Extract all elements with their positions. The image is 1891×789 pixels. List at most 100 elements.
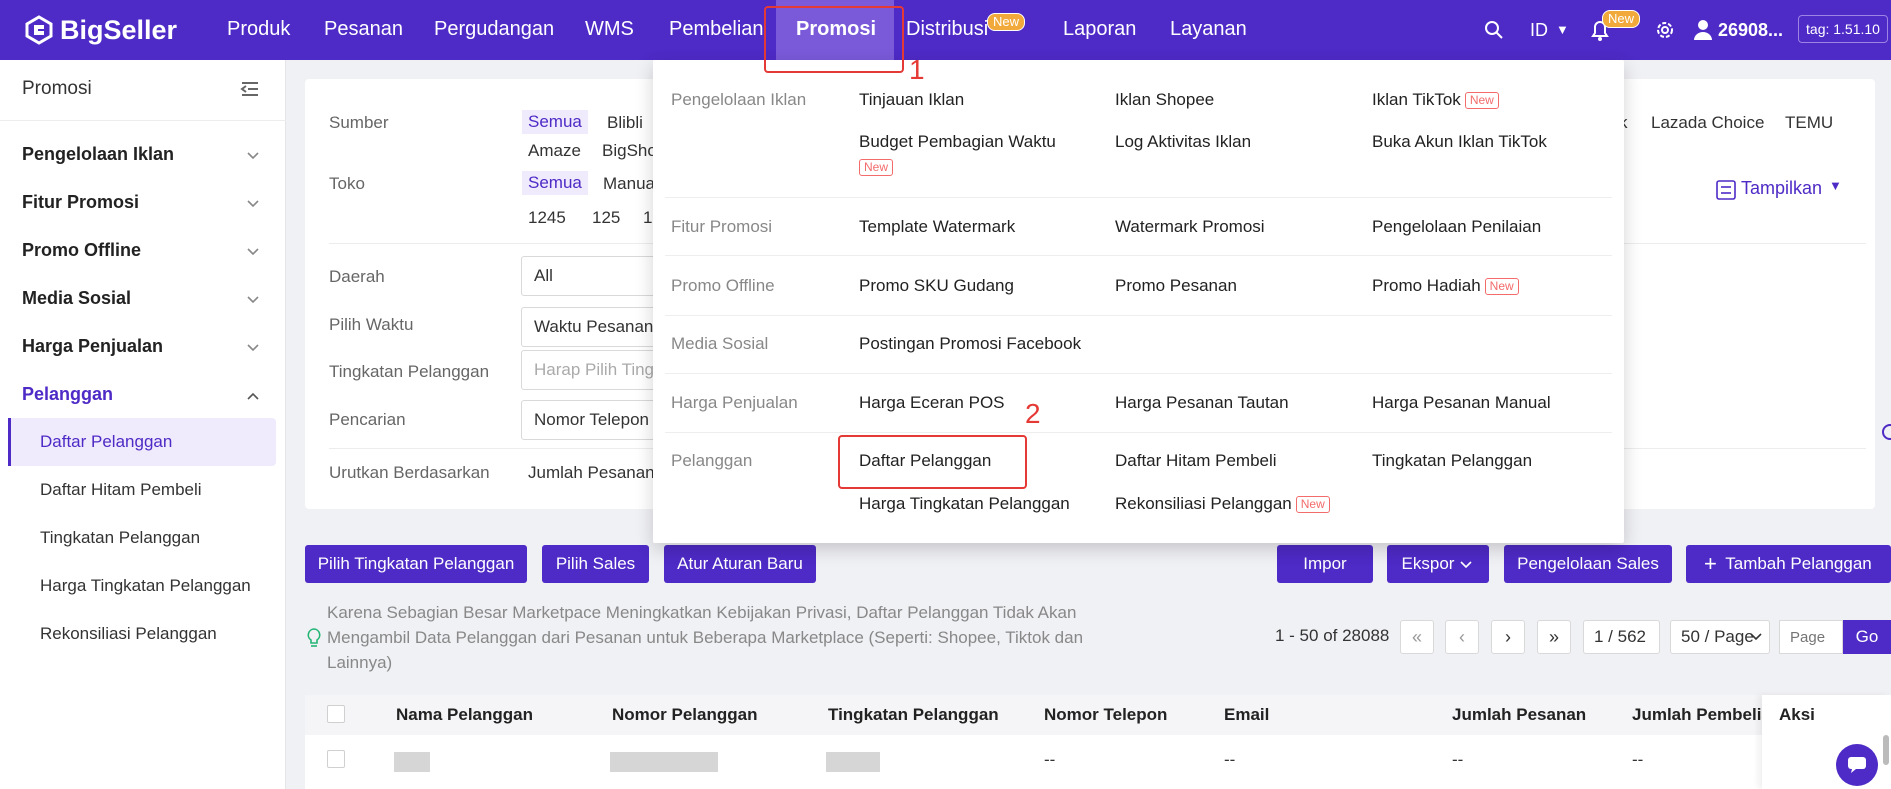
row-checkbox[interactable] [327,750,345,768]
menu-item-iklan-tiktok-label[interactable]: Iklan TikTok [1372,90,1461,109]
menu-separator [665,255,1612,256]
col-jumlah-pembelian[interactable]: Jumlah Pembelia [1632,705,1762,725]
sidebar-item-rekonsiliasi-pelanggan[interactable]: Rekonsiliasi Pelanggan [40,624,217,644]
chevron-down-icon[interactable] [247,342,259,354]
jump-page-input[interactable] [1779,620,1843,654]
user-account-id[interactable]: 26908... [1718,0,1783,60]
col-jumlah-pesanan[interactable]: Jumlah Pesanan [1452,705,1586,725]
chevron-up-icon[interactable] [247,390,259,402]
col-nama-pelanggan[interactable]: Nama Pelanggan [396,705,533,725]
menu-item-daftar-hitam-pembeli[interactable]: Daftar Hitam Pembeli [1115,451,1277,471]
pilih-sales-button[interactable]: Pilih Sales [542,545,649,583]
sumber-blibli[interactable]: Blibli [607,113,643,133]
toko-125[interactable]: 125 [592,208,620,228]
table-row[interactable] [305,735,1891,789]
menu-item-promo-sku-gudang[interactable]: Promo SKU Gudang [859,276,1014,296]
nav-pergudangan[interactable]: Pergudangan [434,0,554,60]
menu-item-postingan-promosi-facebook[interactable]: Postingan Promosi Facebook [859,334,1081,354]
urutkan-jumlah-pesanan[interactable]: Jumlah Pesanan [528,463,655,483]
menu-item-promo-pesanan[interactable]: Promo Pesanan [1115,276,1237,296]
sidebar-group-pengelolaan-iklan[interactable]: Pengelolaan Iklan [22,144,174,165]
tingkatan-pelanggan-select[interactable]: Harap Pilih Ting [521,350,661,390]
menu-item-budget-pembagian-waktu[interactable]: Budget Pembagian Waktu [859,132,1056,152]
pilih-tingkatan-pelanggan-button[interactable]: Pilih Tingkatan Pelanggan [305,545,527,583]
menu-item-rekonsiliasi-pelanggan-label[interactable]: Rekonsiliasi Pelanggan [1115,494,1292,513]
current-page-input[interactable]: 1 / 562 [1583,620,1660,654]
toko-manual[interactable]: Manua [603,174,655,194]
table-scrollbar[interactable] [1883,735,1889,765]
language-selector[interactable]: ID [1530,0,1548,60]
sumber-bigshop[interactable]: BigSho [602,141,657,161]
menu-item-log-aktivitas-iklan[interactable]: Log Aktivitas Iklan [1115,132,1251,152]
sumber-lazada-choice[interactable]: Lazada Choice [1651,113,1764,133]
search-icon[interactable] [1484,20,1504,40]
nav-pesanan[interactable]: Pesanan [324,0,403,60]
waktu-type-select[interactable]: Waktu Pesanan [521,307,661,347]
col-nomor-telepon[interactable]: Nomor Telepon [1044,705,1167,725]
chevron-down-icon[interactable] [247,150,259,162]
chat-button[interactable] [1836,744,1878,786]
chevron-down-icon[interactable] [247,294,259,306]
ekspor-button[interactable]: Ekspor [1387,545,1489,583]
sumber-semua-chip[interactable]: Semua [522,110,588,134]
pencarian-type-select[interactable]: Nomor Telepon [521,400,661,440]
tampilkan-caret-icon[interactable]: ▼ [1829,178,1842,193]
tampilkan-button[interactable]: Tampilkan [1741,178,1822,199]
menu-item-harga-eceran-pos[interactable]: Harga Eceran POS [859,393,1005,413]
sidebar-item-daftar-hitam-pembeli[interactable]: Daftar Hitam Pembeli [40,480,202,500]
daerah-select[interactable]: All [521,256,661,296]
sumber-temu[interactable]: TEMU [1785,113,1833,133]
sidebar-item-tingkatan-pelanggan[interactable]: Tingkatan Pelanggan [40,528,200,548]
sidebar-item-daftar-pelanggan[interactable]: Daftar Pelanggan [40,432,172,452]
menu-item-harga-pesanan-manual[interactable]: Harga Pesanan Manual [1372,393,1551,413]
menu-item-watermark-promosi[interactable]: Watermark Promosi [1115,217,1265,237]
menu-item-pengelolaan-penilaian[interactable]: Pengelolaan Penilaian [1372,217,1541,237]
pengelolaan-sales-button[interactable]: Pengelolaan Sales [1504,545,1672,583]
nav-distribusi[interactable]: Distribusi [906,0,988,60]
col-nomor-pelanggan[interactable]: Nomor Pelanggan [612,705,757,725]
toko-1245[interactable]: 1245 [528,208,566,228]
language-chevron-down-icon[interactable]: ▼ [1556,0,1569,60]
impor-button[interactable]: Impor [1277,545,1373,583]
sidebar-group-fitur-promosi[interactable]: Fitur Promosi [22,192,139,213]
gear-icon[interactable] [1655,20,1675,40]
first-page-icon[interactable]: « [1400,620,1434,654]
menu-item-tingkatan-pelanggan[interactable]: Tingkatan Pelanggan [1372,451,1532,471]
sidebar-group-harga-penjualan[interactable]: Harga Penjualan [22,336,163,357]
sidebar-item-harga-tingkatan-pelanggan[interactable]: Harga Tingkatan Pelanggan [40,576,251,596]
chevron-down-icon[interactable] [247,198,259,210]
menu-item-iklan-shopee[interactable]: Iklan Shopee [1115,90,1214,110]
side-helper-icon[interactable] [1882,424,1891,440]
menu-item-template-watermark[interactable]: Template Watermark [859,217,1015,237]
menu-item-harga-pesanan-tautan[interactable]: Harga Pesanan Tautan [1115,393,1289,413]
user-avatar-icon[interactable] [1693,19,1713,41]
atur-aturan-baru-button[interactable]: Atur Aturan Baru [664,545,816,583]
sidebar-group-pelanggan[interactable]: Pelanggan [22,384,113,405]
last-page-icon[interactable]: » [1537,620,1571,654]
sumber-amaze[interactable]: Amaze [528,141,581,161]
nav-laporan[interactable]: Laporan [1063,0,1136,60]
select-all-checkbox[interactable] [327,705,345,723]
next-page-icon[interactable]: › [1491,620,1525,654]
col-email[interactable]: Email [1224,705,1269,725]
menu-item-promo-hadiah-label[interactable]: Promo Hadiah [1372,276,1481,295]
prev-page-icon[interactable]: ‹ [1445,620,1479,654]
chevron-down-icon[interactable] [247,246,259,258]
nav-pembelian[interactable]: Pembelian [669,0,764,60]
col-tingkatan-pelanggan[interactable]: Tingkatan Pelanggan [828,705,999,725]
nav-layanan[interactable]: Layanan [1170,0,1247,60]
menu-item-buka-akun-iklan-tiktok[interactable]: Buka Akun Iklan TikTok [1372,132,1547,152]
tampilkan-toggle-icon[interactable] [1716,180,1736,200]
toko-semua-chip[interactable]: Semua [522,171,588,195]
menu-item-tinjauan-iklan[interactable]: Tinjauan Iklan [859,90,964,110]
nav-produk[interactable]: Produk [227,0,290,60]
menu-item-harga-tingkatan-pelanggan[interactable]: Harga Tingkatan Pelanggan [859,494,1070,514]
nav-wms[interactable]: WMS [585,0,634,60]
sidebar-group-media-sosial[interactable]: Media Sosial [22,288,131,309]
collapse-sidebar-icon[interactable] [240,80,260,98]
ekspor-chevron-down-icon [1460,561,1472,569]
toko-partial[interactable]: 1 [643,208,652,228]
go-button[interactable]: Go [1843,620,1891,654]
sidebar-group-promo-offline[interactable]: Promo Offline [22,240,141,261]
bigseller-logo[interactable]: BigSeller [24,14,177,46]
